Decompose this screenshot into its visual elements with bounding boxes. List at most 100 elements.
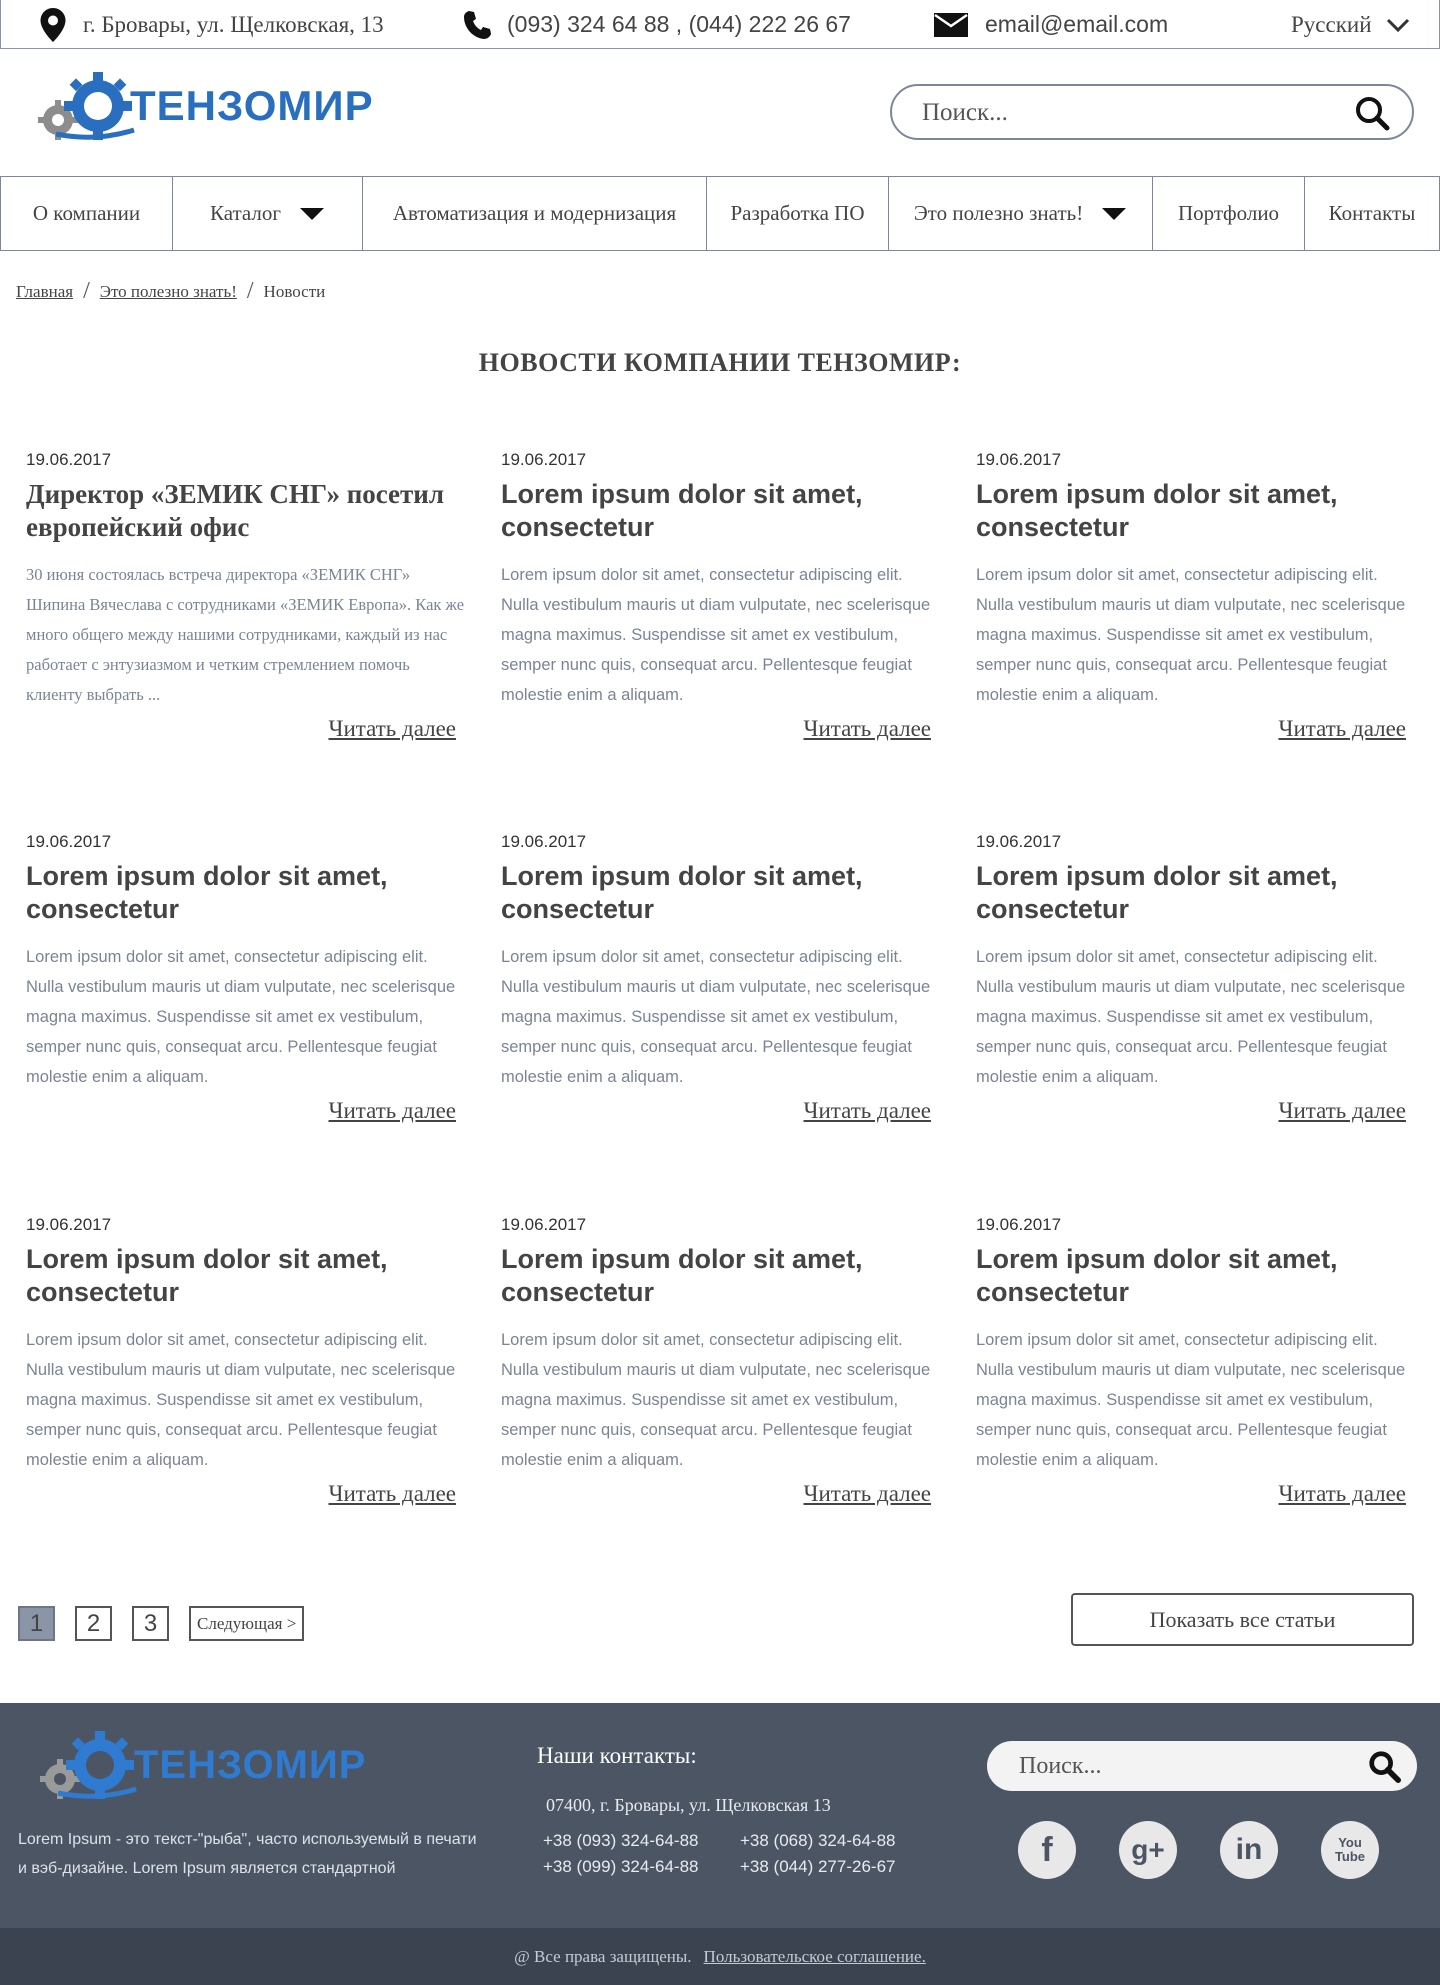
- nav-item-software[interactable]: Разработка ПО: [707, 177, 889, 250]
- footer-logo-text: ТЕНЗОМИР: [134, 1742, 367, 1787]
- read-more-link[interactable]: Читать далее: [976, 1481, 1416, 1507]
- read-more-link[interactable]: Читать далее: [26, 1098, 466, 1124]
- news-title[interactable]: Lorem ipsum dolor sit amet, consectetur: [976, 478, 1416, 544]
- footer-phone[interactable]: +38 (099) 324-64-88: [543, 1857, 740, 1877]
- news-date: 19.06.2017: [501, 450, 587, 469]
- location-pin-icon: [40, 7, 66, 42]
- nav-item-contacts[interactable]: Контакты: [1305, 177, 1439, 250]
- copyright-bar: @ Все права защищены. Пользовательское с…: [0, 1928, 1440, 1985]
- news-date: 19.06.2017: [26, 1215, 112, 1234]
- footer-phone[interactable]: +38 (093) 324-64-88: [543, 1831, 740, 1851]
- news-excerpt: Lorem ipsum dolor sit amet, consectetur …: [501, 1331, 931, 1469]
- news-title[interactable]: Lorem ipsum dolor sit amet, consectetur: [26, 860, 466, 926]
- breadcrumb-current: Новости: [263, 281, 326, 301]
- page-button-1[interactable]: 1: [18, 1606, 55, 1641]
- news-excerpt: Lorem ipsum dolor sit amet, consectetur …: [976, 566, 1406, 704]
- news-date: 19.06.2017: [501, 832, 587, 851]
- nav-item-portfolio[interactable]: Портфолио: [1153, 177, 1305, 250]
- breadcrumb-separator: /: [83, 278, 90, 304]
- read-more-link[interactable]: Читать далее: [501, 716, 941, 742]
- search-icon[interactable]: [1367, 1749, 1401, 1783]
- nav-item-automation[interactable]: Автоматизация и модернизация: [363, 177, 707, 250]
- logo-gears-icon: [40, 1731, 137, 1799]
- site-logo[interactable]: ТЕНЗОМИР: [36, 70, 374, 142]
- facebook-icon[interactable]: f: [1018, 1821, 1076, 1879]
- google-plus-icon[interactable]: g+: [1119, 1821, 1177, 1879]
- page-button-3[interactable]: 3: [132, 1606, 169, 1641]
- address-text: г. Бровары, ул. Щелковская, 13: [83, 11, 384, 37]
- page-button-2[interactable]: 2: [75, 1606, 112, 1641]
- news-card: 19.06.2017 Lorem ipsum dolor sit amet, c…: [26, 832, 466, 1124]
- header-search: [890, 84, 1414, 140]
- read-more-link[interactable]: Читать далее: [501, 1481, 941, 1507]
- read-more-link[interactable]: Читать далее: [976, 1098, 1416, 1124]
- read-more-link[interactable]: Читать далее: [501, 1098, 941, 1124]
- breadcrumb-home[interactable]: Главная: [16, 282, 73, 302]
- show-all-articles-button[interactable]: Показать все статьи: [1071, 1593, 1414, 1646]
- breadcrumb-section[interactable]: Это полезно знать!: [100, 282, 237, 302]
- news-title[interactable]: Lorem ipsum dolor sit amet, consectetur: [976, 1243, 1416, 1309]
- phone-icon: [464, 10, 491, 39]
- breadcrumb: Главная / Это полезно знать! / Новости: [16, 278, 325, 305]
- caret-down-icon: [1102, 207, 1127, 220]
- news-title[interactable]: Lorem ipsum dolor sit amet, consectetur: [976, 860, 1416, 926]
- news-card: 19.06.2017 Lorem ipsum dolor sit amet, c…: [976, 1215, 1416, 1507]
- news-title[interactable]: Lorem ipsum dolor sit amet, consectetur: [26, 1243, 466, 1309]
- news-date: 19.06.2017: [26, 832, 112, 851]
- phone-text[interactable]: (093) 324 64 88 , (044) 222 26 67: [507, 11, 851, 38]
- main-nav: О компании Каталог Автоматизация и модер…: [0, 176, 1440, 251]
- news-excerpt: Lorem ipsum dolor sit amet, consectetur …: [976, 948, 1406, 1086]
- news-title[interactable]: Директор «ЗЕМИК СНГ» посетил европейский…: [26, 478, 466, 544]
- footer-logo[interactable]: ТЕНЗОМИР: [38, 1725, 366, 1805]
- news-card: 19.06.2017 Lorem ipsum dolor sit amet, c…: [501, 832, 941, 1124]
- news-date: 19.06.2017: [976, 1215, 1062, 1234]
- logo-gears-icon: [38, 72, 135, 140]
- news-excerpt: Lorem ipsum dolor sit amet, consectetur …: [976, 1331, 1406, 1469]
- nav-item-catalog[interactable]: Каталог: [173, 177, 363, 250]
- news-excerpt: Lorem ipsum dolor sit amet, consectetur …: [501, 566, 931, 704]
- phone-item[interactable]: (093) 324 64 88 , (044) 222 26 67: [463, 0, 851, 49]
- read-more-link[interactable]: Читать далее: [976, 716, 1416, 742]
- search-input[interactable]: [922, 96, 1342, 130]
- footer-phones: +38 (093) 324-64-88 +38 (068) 324-64-88 …: [543, 1831, 937, 1877]
- footer-contacts-title: Наши контакты:: [537, 1743, 697, 1768]
- logo-text: ТЕНЗОМИР: [130, 82, 374, 129]
- news-card: 19.06.2017 Lorem ipsum dolor sit amet, c…: [501, 1215, 941, 1507]
- footer-search: [987, 1741, 1417, 1791]
- youtube-icon[interactable]: You Tube: [1321, 1821, 1379, 1879]
- news-excerpt: Lorem ipsum dolor sit amet, consectetur …: [26, 1331, 456, 1469]
- news-excerpt: Lorem ipsum dolor sit amet, consectetur …: [26, 948, 456, 1086]
- footer: ТЕНЗОМИР Lorem Ipsum - это текст-"рыба",…: [0, 1703, 1440, 1928]
- user-agreement-link[interactable]: Пользовательское соглашение.: [704, 1947, 926, 1967]
- breadcrumb-separator: /: [246, 278, 254, 304]
- language-selector[interactable]: Русский: [1291, 0, 1410, 49]
- copyright-text: @ Все права защищены.: [514, 1946, 692, 1966]
- nav-item-about[interactable]: О компании: [1, 177, 173, 250]
- news-card: 19.06.2017 Lorem ipsum dolor sit amet, c…: [26, 1215, 466, 1507]
- nav-item-useful[interactable]: Это полезно знать!: [889, 177, 1153, 250]
- footer-search-input[interactable]: [1019, 1749, 1339, 1783]
- read-more-link[interactable]: Читать далее: [26, 1481, 466, 1507]
- linkedin-icon[interactable]: in: [1220, 1821, 1278, 1879]
- news-title[interactable]: Lorem ipsum dolor sit amet, consectetur: [501, 1243, 941, 1309]
- address-item: г. Бровары, ул. Щелковская, 13: [39, 0, 384, 49]
- news-date: 19.06.2017: [501, 1215, 587, 1234]
- search-icon[interactable]: [1354, 95, 1390, 131]
- news-title[interactable]: Lorem ipsum dolor sit amet, consectetur: [501, 860, 941, 926]
- footer-phone[interactable]: +38 (044) 277-26-67: [740, 1857, 937, 1877]
- footer-address: 07400, г. Бровары, ул. Щелковская 13: [546, 1795, 831, 1815]
- read-more-link[interactable]: Читать далее: [26, 716, 466, 742]
- page-title: НОВОСТИ КОМПАНИИ ТЕНЗОМИР:: [478, 348, 962, 377]
- email-item[interactable]: email@email.com: [933, 0, 1168, 49]
- news-excerpt: Lorem ipsum dolor sit amet, consectetur …: [501, 948, 931, 1086]
- email-text[interactable]: email@email.com: [985, 11, 1168, 38]
- footer-phone[interactable]: +38 (068) 324-64-88: [740, 1831, 937, 1851]
- news-date: 19.06.2017: [976, 450, 1062, 469]
- next-page-button[interactable]: Следующая >: [189, 1606, 305, 1641]
- language-label: Русский: [1291, 11, 1372, 37]
- footer-about-text: Lorem Ipsum - это текст-"рыба", часто ис…: [18, 1831, 477, 1877]
- news-title[interactable]: Lorem ipsum dolor sit amet, consectetur: [501, 478, 941, 544]
- chevron-down-icon: [1386, 18, 1409, 32]
- news-excerpt: 30 июня состоялась встреча директора «ЗЕ…: [26, 565, 465, 704]
- mail-icon: [934, 12, 968, 37]
